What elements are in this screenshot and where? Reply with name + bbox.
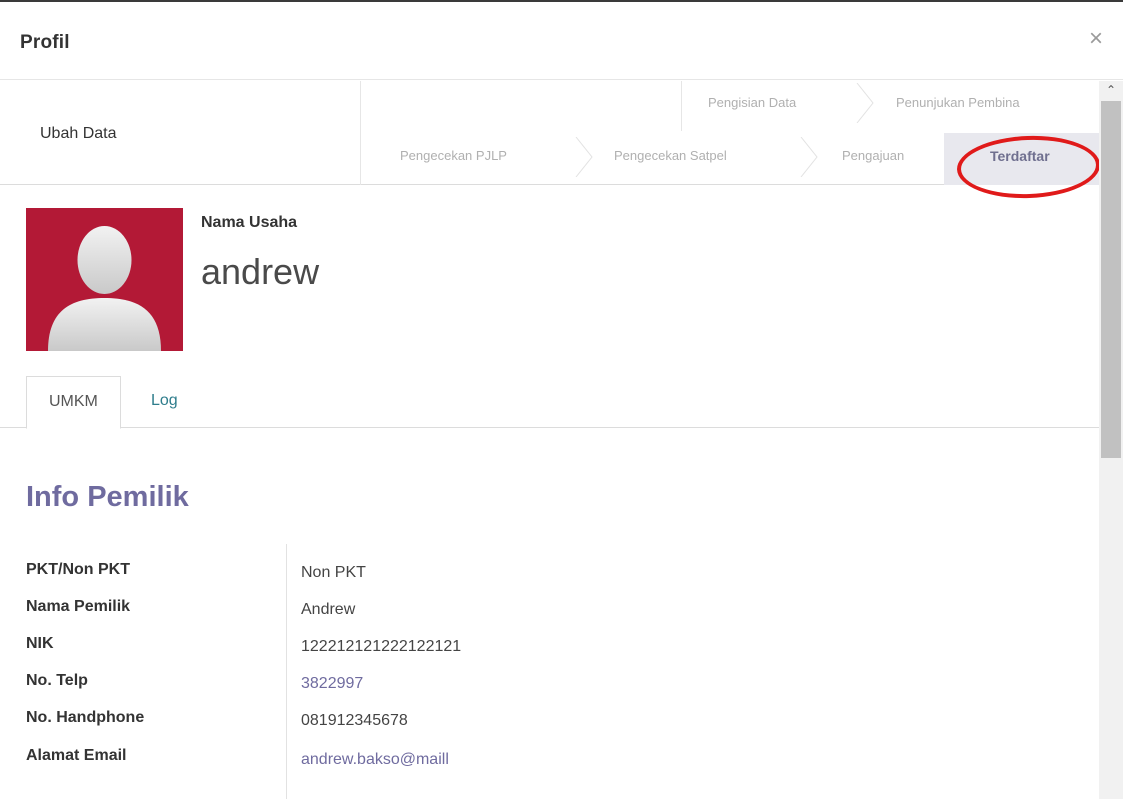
step-pengecekan-satpel[interactable]: Pengecekan Satpel xyxy=(614,148,727,163)
field-label: Alamat Email xyxy=(26,747,127,764)
field-value: Non PKT xyxy=(301,564,366,581)
email-link[interactable]: andrew.bakso@maill xyxy=(301,751,449,769)
step-chevron xyxy=(575,137,593,177)
field-divider xyxy=(286,544,287,799)
phone-link[interactable]: 3822997 xyxy=(301,675,363,693)
step-chevron xyxy=(800,137,818,177)
vertical-scrollbar[interactable]: ⌃ xyxy=(1099,81,1123,799)
field-label: Nama Pemilik xyxy=(26,598,131,615)
field-value: Andrew xyxy=(301,601,356,618)
step-pengajuan[interactable]: Pengajuan xyxy=(842,148,904,163)
field-label: No. Handphone xyxy=(26,709,145,726)
chevron-up-icon[interactable]: ⌃ xyxy=(1099,81,1123,99)
tab-bar: UMKM Log xyxy=(0,376,1099,429)
field-label: No. Telp xyxy=(26,672,88,689)
field-value: 081912345678 xyxy=(301,712,408,729)
scrollbar-thumb[interactable] xyxy=(1101,101,1121,458)
user-silhouette-icon xyxy=(26,208,183,351)
statusbar-divider xyxy=(360,81,361,185)
close-icon[interactable]: × xyxy=(1085,27,1107,51)
field-label: NIK xyxy=(26,635,54,652)
step-pengecekan-pjlp[interactable]: Pengecekan PJLP xyxy=(400,148,507,163)
business-name: andrew xyxy=(201,251,320,292)
step-penunjukan-pembina[interactable]: Penunjukan Pembina xyxy=(896,95,1020,110)
field-label: PKT/Non PKT xyxy=(26,561,130,578)
modal-body: Ubah Data Pengisian Data Penunjukan Pemb… xyxy=(0,81,1099,799)
tab-umkm[interactable]: UMKM xyxy=(26,376,121,429)
modal-title: Profil xyxy=(20,32,70,53)
edit-data-button[interactable]: Ubah Data xyxy=(40,125,117,143)
modal-header: Profil × xyxy=(0,2,1123,80)
business-name-label: Nama Usaha xyxy=(201,214,298,231)
statusbar-row: Ubah Data Pengisian Data Penunjukan Pemb… xyxy=(0,81,1099,185)
step-pengisian-data[interactable]: Pengisian Data xyxy=(708,95,796,110)
step-terdaftar[interactable]: Terdaftar xyxy=(990,148,1050,164)
step-chevron xyxy=(856,83,874,123)
section-title: Info Pemilik xyxy=(26,481,189,513)
tab-log[interactable]: Log xyxy=(139,376,190,429)
field-value: 122212121222122121 xyxy=(301,638,462,655)
statusbar-divider xyxy=(681,81,682,131)
